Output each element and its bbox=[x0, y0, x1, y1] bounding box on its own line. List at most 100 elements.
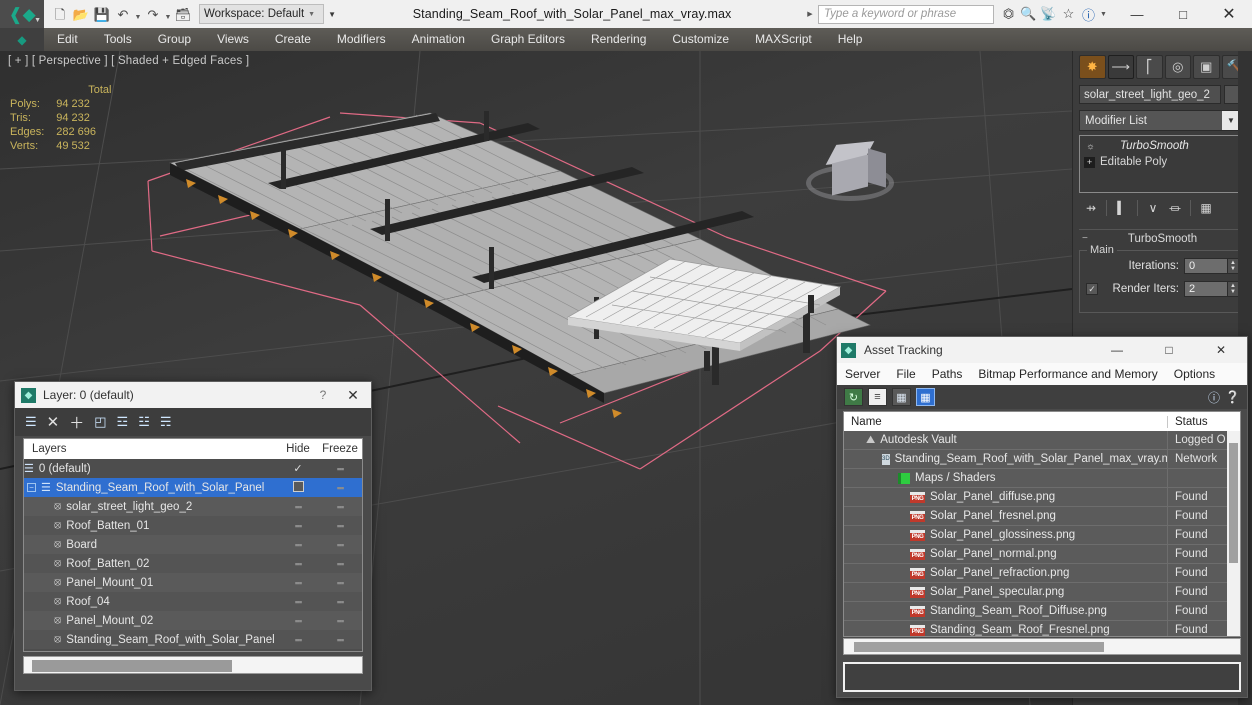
workspace-selector[interactable]: Workspace: Default ▼ bbox=[199, 4, 325, 24]
layer-horizontal-scrollbar[interactable] bbox=[23, 656, 363, 674]
asset-menu-bitmap-performance[interactable]: Bitmap Performance and Memory bbox=[970, 367, 1165, 381]
minimize-button[interactable]: — bbox=[1095, 337, 1139, 363]
table-row[interactable]: ☰ 0 (default) ✓ ▪▪▪ bbox=[24, 459, 362, 478]
create-tab[interactable]: ✸ bbox=[1079, 55, 1106, 79]
pin-stack-icon[interactable]: ⇸ bbox=[1081, 199, 1101, 217]
search-expand-icon[interactable]: ▶ bbox=[804, 10, 816, 18]
help-icon[interactable]: ? bbox=[312, 388, 334, 402]
redo-button[interactable]: ↷ bbox=[143, 3, 163, 25]
share-view-icon[interactable]: 📡 bbox=[1040, 4, 1057, 24]
render-iters-value[interactable]: 2 bbox=[1184, 281, 1228, 297]
freeze-toggle[interactable]: ▪▪▪ bbox=[318, 464, 362, 474]
workspace-dropdown-button[interactable]: ▼ bbox=[324, 4, 340, 24]
lightbulb-icon[interactable]: ☼ bbox=[1084, 141, 1097, 151]
view-cube[interactable] bbox=[802, 129, 898, 225]
highlight-selected-objects-icon[interactable]: ☳ bbox=[138, 414, 150, 430]
close-button[interactable]: ✕ bbox=[1206, 0, 1252, 28]
autodesk-app-store-icon[interactable]: ⏣ bbox=[1000, 4, 1017, 24]
help-question-icon[interactable]: ⓘ bbox=[1208, 389, 1220, 406]
add-selection-to-layer-icon[interactable]: ＋ bbox=[69, 412, 84, 433]
select-highlighted-objects-icon[interactable]: ☲ bbox=[117, 414, 129, 430]
help-icon[interactable]: ⓘ bbox=[1080, 4, 1097, 24]
freeze-toggle[interactable]: ▪▪▪ bbox=[318, 559, 362, 569]
hide-toggle[interactable]: ✓ bbox=[278, 462, 318, 475]
asset-dialog-titlebar[interactable]: ◆ Asset Tracking — □ ✕ bbox=[837, 337, 1247, 363]
hide-toggle[interactable]: ▪▪▪ bbox=[278, 578, 318, 588]
undo-button[interactable]: ↶ bbox=[113, 3, 133, 25]
maximize-button[interactable]: □ bbox=[1147, 337, 1191, 363]
object-name-field[interactable]: solar_street_light_geo_2 bbox=[1079, 85, 1221, 104]
hierarchy-tab[interactable]: ⎡ bbox=[1136, 55, 1163, 79]
table-row[interactable]: ⦻ Panel_Mount_02 ▪▪▪ ▪▪▪ bbox=[24, 611, 362, 630]
scrollbar-thumb[interactable] bbox=[32, 660, 232, 672]
table-row[interactable]: PNG Solar_Panel_fresnel.png Found bbox=[844, 506, 1240, 526]
configure-modifier-sets-icon[interactable]: ▦ bbox=[1196, 199, 1216, 217]
remove-modifier-icon[interactable]: ⏛ bbox=[1165, 199, 1185, 217]
stack-item-editable-poly[interactable]: + Editable Poly bbox=[1080, 154, 1245, 170]
table-row[interactable]: PNG Solar_Panel_diffuse.png Found bbox=[844, 487, 1240, 507]
menu-item-views[interactable]: Views bbox=[204, 28, 262, 51]
table-row[interactable]: − ☰ Standing_Seam_Roof_with_Solar_Panel … bbox=[24, 478, 362, 497]
redo-dropdown-icon[interactable]: ▼ bbox=[164, 3, 172, 25]
thumbnail-view-icon[interactable]: ▦ bbox=[892, 388, 911, 406]
table-row[interactable]: ⦻ Roof_Batten_02 ▪▪▪ ▪▪▪ bbox=[24, 554, 362, 573]
set-project-folder-button[interactable]: 🗃 bbox=[173, 3, 193, 25]
menu-item-animation[interactable]: Animation bbox=[399, 28, 478, 51]
layer-dialog-titlebar[interactable]: ◆ Layer: 0 (default) ? ✕ bbox=[15, 382, 371, 408]
collapse-icon[interactable]: − bbox=[1082, 233, 1088, 244]
table-row[interactable]: PNG Solar_Panel_glossiness.png Found bbox=[844, 525, 1240, 545]
list-view-icon[interactable]: ≡ bbox=[868, 388, 887, 406]
table-row[interactable]: PNG Solar_Panel_specular.png Found bbox=[844, 582, 1240, 602]
hide-toggle[interactable]: ▪▪▪ bbox=[278, 616, 318, 626]
close-icon[interactable]: ✕ bbox=[341, 387, 365, 404]
select-objects-in-layer-icon[interactable]: ◰ bbox=[94, 414, 106, 430]
table-row[interactable]: Maps / Shaders bbox=[844, 468, 1240, 488]
freeze-toggle[interactable]: ▪▪▪ bbox=[318, 616, 362, 626]
hide-toggle[interactable]: ▪▪▪ bbox=[278, 540, 318, 550]
display-tab[interactable]: ▣ bbox=[1193, 55, 1220, 79]
new-layer-from-selection-icon[interactable]: ☴ bbox=[160, 414, 172, 430]
table-row[interactable]: ⦻ solar_street_light_geo_2 ▪▪▪ ▪▪▪ bbox=[24, 497, 362, 516]
menu-item-graph-editors[interactable]: Graph Editors bbox=[478, 28, 578, 51]
scrollbar-thumb[interactable] bbox=[1229, 443, 1238, 563]
asset-vertical-scrollbar[interactable] bbox=[1227, 431, 1240, 636]
viewport-label[interactable]: [ + ] [ Perspective ] [ Shaded + Edged F… bbox=[8, 55, 249, 67]
expand-collapse-icon[interactable]: − bbox=[27, 483, 36, 492]
undo-dropdown-icon[interactable]: ▼ bbox=[134, 3, 142, 25]
stack-item-turbosmooth[interactable]: ☼ TurboSmooth bbox=[1080, 138, 1245, 154]
iterations-spinner[interactable]: 0 ▲ ▼ bbox=[1184, 258, 1239, 274]
modifier-list-dropdown[interactable]: Modifier List ▼ bbox=[1079, 110, 1246, 131]
asset-menu-paths[interactable]: Paths bbox=[924, 367, 971, 381]
search-input[interactable]: Type a keyword or phrase bbox=[818, 4, 994, 24]
hide-toggle[interactable] bbox=[278, 480, 318, 495]
open-file-button[interactable]: 📂 bbox=[71, 3, 91, 25]
hide-toggle[interactable]: ▪▪▪ bbox=[278, 597, 318, 607]
motion-tab[interactable]: ◎ bbox=[1164, 55, 1191, 79]
scrollbar-thumb[interactable] bbox=[854, 642, 1104, 652]
delete-layer-icon[interactable]: ✕ bbox=[47, 413, 60, 431]
table-row[interactable]: PNG Standing_Seam_Roof_Fresnel.png Found bbox=[844, 620, 1240, 636]
freeze-toggle[interactable]: ▪▪▪ bbox=[318, 597, 362, 607]
menu-item-tools[interactable]: Tools bbox=[91, 28, 145, 51]
application-menu-button[interactable]: ❰◆ ▼ bbox=[0, 0, 44, 28]
freeze-toggle[interactable]: ▪▪▪ bbox=[318, 635, 362, 645]
asset-menu-server[interactable]: Server bbox=[837, 367, 888, 381]
iterations-value[interactable]: 0 bbox=[1184, 258, 1228, 274]
menu-item-group[interactable]: Group bbox=[145, 28, 204, 51]
table-row[interactable]: PNG Solar_Panel_normal.png Found bbox=[844, 544, 1240, 564]
table-row[interactable]: ⦻ Board ▪▪▪ ▪▪▪ bbox=[24, 535, 362, 554]
minimize-button[interactable]: — bbox=[1114, 0, 1160, 28]
hide-toggle[interactable]: ▪▪▪ bbox=[278, 521, 318, 531]
menu-item-rendering[interactable]: Rendering bbox=[578, 28, 659, 51]
show-end-result-icon[interactable]: ▍ bbox=[1112, 199, 1132, 217]
render-iters-checkbox[interactable]: ✓ bbox=[1086, 283, 1098, 295]
table-row[interactable]: ⦻ Panel_Mount_01 ▪▪▪ ▪▪▪ bbox=[24, 573, 362, 592]
table-row[interactable]: PNG Standing_Seam_Roof_Diffuse.png Found bbox=[844, 601, 1240, 621]
table-row[interactable]: ⛰ Autodesk Vault Logged O bbox=[844, 431, 1240, 450]
menu-item-create[interactable]: Create bbox=[262, 28, 324, 51]
grid-view-icon[interactable]: ▦ bbox=[916, 388, 935, 406]
close-button[interactable]: ✕ bbox=[1199, 337, 1243, 363]
favorites-star-icon[interactable]: ☆ bbox=[1060, 4, 1077, 24]
asset-menu-options[interactable]: Options bbox=[1166, 367, 1223, 381]
freeze-toggle[interactable]: ▪▪▪ bbox=[318, 578, 362, 588]
